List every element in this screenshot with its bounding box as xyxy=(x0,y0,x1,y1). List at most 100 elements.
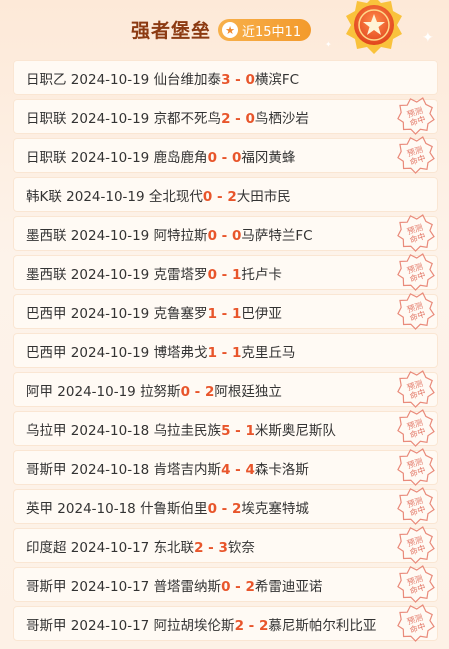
match-row[interactable]: 日职联 2024-10-19 京都不死鸟2 - 0鸟栖沙岩 预测 命中 xyxy=(13,97,438,135)
match-row[interactable]: 哥斯甲 2024-10-18 肯塔吉内斯4 - 4森卡洛斯 预测 命中 xyxy=(13,448,438,486)
home-team: 仙台维加泰 xyxy=(153,72,222,88)
home-score: 0 xyxy=(202,189,213,205)
home-team: 阿拉胡埃伦斯 xyxy=(153,618,235,634)
away-team: 托卢卡 xyxy=(241,267,282,283)
home-score: 0 xyxy=(180,384,190,400)
home-team: 博塔弗戈 xyxy=(153,345,208,361)
match-row[interactable]: 巴西甲 2024-10-19 博塔弗戈1 - 1克里丘马 xyxy=(13,333,438,368)
away-score: 0 xyxy=(231,150,242,166)
away-score: 0 xyxy=(245,72,255,88)
match-row[interactable]: 印度超 2024-10-17 东北联2 - 3钦奈 预测 命中 xyxy=(13,526,438,564)
match-league: 日职联 xyxy=(26,150,67,166)
match-row[interactable]: 英甲 2024-10-18 什鲁斯伯里0 - 2埃克塞特城 预测 命中 xyxy=(13,487,438,525)
match-date: 2024-10-19 xyxy=(70,72,150,88)
away-team: 阿根廷独立 xyxy=(214,384,282,400)
match-text: 印度超 2024-10-17 东北联2 - 3钦奈 xyxy=(26,540,255,556)
match-list: 日职乙 2024-10-19 仙台维加泰3 - 0横滨FC 日职联 2024-10… xyxy=(13,60,438,645)
match-text: 哥斯甲 2024-10-17 阿拉胡埃伦斯2 - 2慕尼斯帕尔利比亚 xyxy=(26,618,377,634)
home-score: 0 xyxy=(207,150,217,166)
star-icon: ★ xyxy=(222,22,238,38)
away-team: 克里丘马 xyxy=(241,345,296,361)
prediction-hit-stamp: 预测命中 xyxy=(397,292,435,330)
match-league: 日职联 xyxy=(26,111,67,127)
match-league: 哥斯甲 xyxy=(26,618,67,634)
match-text: 巴西甲 2024-10-19 博塔弗戈1 - 1克里丘马 xyxy=(26,345,296,361)
match-row[interactable]: 巴西甲 2024-10-19 克鲁塞罗1 - 1巴伊亚 预测 命中 xyxy=(13,292,438,330)
away-team: 马萨特兰FC xyxy=(241,228,313,244)
page-title: 强者堡垒 xyxy=(131,20,212,42)
match-date: 2024-10-18 xyxy=(70,423,150,439)
away-score: 2 xyxy=(231,501,242,517)
home-team: 克雷塔罗 xyxy=(153,267,208,283)
match-row[interactable]: 哥斯甲 2024-10-17 普塔雷纳斯0 - 2希雷迪亚诺 预测 命中 xyxy=(13,565,438,603)
match-text: 日职联 2024-10-19 鹿岛鹿角0 - 0福冈黄蜂 xyxy=(26,150,296,166)
prediction-hit-stamp: 预测命中 xyxy=(397,253,435,291)
match-row[interactable]: 乌拉甲 2024-10-18 乌拉圭民族5 - 1米斯奥尼斯队 预测 命中 xyxy=(13,409,438,447)
away-team: 大田市民 xyxy=(236,189,291,205)
away-team: 鸟栖沙岩 xyxy=(254,111,309,127)
away-score: 1 xyxy=(231,306,242,322)
prediction-hit-stamp: 预测命中 xyxy=(397,604,435,642)
prediction-hit-stamp: 预测命中 xyxy=(397,409,435,447)
match-league: 墨西联 xyxy=(26,267,67,283)
match-text: 日职联 2024-10-19 京都不死鸟2 - 0鸟栖沙岩 xyxy=(26,111,309,127)
match-date: 2024-10-17 xyxy=(70,579,150,595)
away-score: 1 xyxy=(231,267,242,283)
prediction-hit-stamp: 预测命中 xyxy=(397,487,435,525)
away-team: 钦奈 xyxy=(227,540,255,556)
match-row[interactable]: 墨西联 2024-10-19 阿特拉斯0 - 0马萨特兰FC 预测 命中 xyxy=(13,214,438,252)
home-score: 1 xyxy=(207,345,217,361)
away-score: 2 xyxy=(227,189,237,205)
home-team: 京都不死鸟 xyxy=(153,111,222,127)
prediction-hit-stamp: 预测命中 xyxy=(397,214,435,252)
match-league: 阿甲 xyxy=(26,384,53,400)
match-row[interactable]: 墨西联 2024-10-19 克雷塔罗0 - 1托卢卡 预测 命中 xyxy=(13,253,438,291)
away-team: 巴伊亚 xyxy=(241,306,282,322)
match-league: 巴西甲 xyxy=(26,345,67,361)
prediction-hit-stamp: 预测命中 xyxy=(397,448,435,486)
match-league: 墨西联 xyxy=(26,228,67,244)
sparkle-icon: ✦ xyxy=(325,40,332,49)
match-date: 2024-10-19 xyxy=(70,306,150,322)
prediction-hit-stamp: 预测命中 xyxy=(397,97,435,135)
away-team: 森卡洛斯 xyxy=(254,462,309,478)
match-text: 墨西联 2024-10-19 克雷塔罗0 - 1托卢卡 xyxy=(26,267,282,283)
match-league: 印度超 xyxy=(26,540,67,556)
match-date: 2024-10-17 xyxy=(70,618,150,634)
away-score: 1 xyxy=(245,423,255,439)
prediction-hit-stamp: 预测命中 xyxy=(397,526,435,564)
match-row[interactable]: 哥斯甲 2024-10-17 阿拉胡埃伦斯2 - 2慕尼斯帕尔利比亚 预测 命中 xyxy=(13,604,438,642)
home-team: 肯塔吉内斯 xyxy=(153,462,222,478)
match-text: 哥斯甲 2024-10-17 普塔雷纳斯0 - 2希雷迪亚诺 xyxy=(26,579,323,595)
home-team: 阿特拉斯 xyxy=(153,228,208,244)
match-row[interactable]: 韩K联 2024-10-19 全北现代0 - 2大田市民 xyxy=(13,177,438,212)
medal-icon xyxy=(346,0,402,54)
home-team: 什鲁斯伯里 xyxy=(140,501,208,517)
record-badge-label: 近15中11 xyxy=(242,24,302,40)
match-row[interactable]: 日职联 2024-10-19 鹿岛鹿角0 - 0福冈黄蜂 预测 命中 xyxy=(13,136,438,174)
home-score: 0 xyxy=(207,228,217,244)
home-score: 0 xyxy=(207,267,217,283)
away-team: 埃克塞特城 xyxy=(241,501,309,517)
match-text: 哥斯甲 2024-10-18 肯塔吉内斯4 - 4森卡洛斯 xyxy=(26,462,309,478)
away-team: 慕尼斯帕尔利比亚 xyxy=(268,618,377,634)
prediction-hit-stamp: 预测命中 xyxy=(397,136,435,174)
home-team: 全北现代 xyxy=(148,189,203,205)
match-league: 日职乙 xyxy=(26,72,67,88)
match-text: 墨西联 2024-10-19 阿特拉斯0 - 0马萨特兰FC xyxy=(26,228,313,244)
match-date: 2024-10-19 xyxy=(70,111,150,127)
home-team: 普塔雷纳斯 xyxy=(153,579,222,595)
match-league: 哥斯甲 xyxy=(26,579,67,595)
match-text: 阿甲 2024-10-19 拉努斯0 - 2阿根廷独立 xyxy=(26,384,282,400)
away-score: 2 xyxy=(245,579,255,595)
match-row[interactable]: 日职乙 2024-10-19 仙台维加泰3 - 0横滨FC xyxy=(13,60,438,95)
home-team: 鹿岛鹿角 xyxy=(153,150,208,166)
away-score: 4 xyxy=(245,462,255,478)
match-row[interactable]: 阿甲 2024-10-19 拉努斯0 - 2阿根廷独立 预测 命中 xyxy=(13,370,438,408)
match-date: 2024-10-19 xyxy=(70,345,150,361)
match-date: 2024-10-19 xyxy=(70,267,150,283)
match-date: 2024-10-19 xyxy=(57,384,136,400)
away-team: 横滨FC xyxy=(254,72,300,88)
away-score: 1 xyxy=(231,345,242,361)
match-league: 韩K联 xyxy=(26,189,62,205)
